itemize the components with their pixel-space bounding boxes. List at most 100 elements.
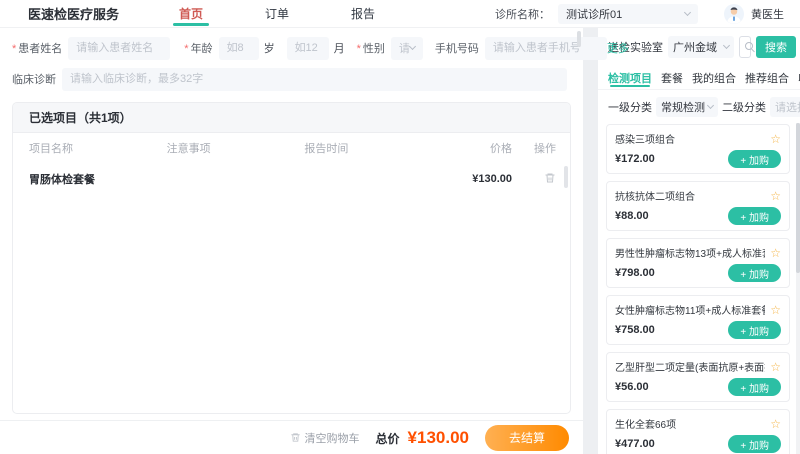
nav-tab-orders[interactable]: 订单	[263, 0, 291, 27]
level1-label: 一级分类	[608, 102, 652, 114]
catalog-item-card: 生化全套66项 ☆ ¥477.00 + 加购	[606, 409, 790, 454]
item-price: ¥477.00	[615, 438, 655, 450]
col-price: 价格	[490, 143, 513, 155]
chevron-down-icon	[722, 41, 731, 50]
tab-my-combos[interactable]: 我的组合	[692, 66, 736, 89]
level1-select-value: 常规检测	[661, 102, 705, 114]
scrollbar-thumb[interactable]	[796, 123, 800, 273]
clinic-name-label: 诊所名称：	[495, 8, 550, 21]
item-price: ¥172.00	[615, 153, 655, 165]
left-panel: 患者姓名 年龄 岁 月 性别 请 手机号码 更多 临床诊断	[0, 28, 629, 454]
item-price: ¥56.00	[615, 381, 649, 393]
item-top-row: 乙型肝型二项定量(表面抗原+表面抗体) ☆	[615, 359, 781, 375]
clear-cart-button[interactable]: 清空购物车	[290, 430, 360, 446]
checkout-button[interactable]: 去结算	[485, 424, 569, 451]
item-top-row: 抗核抗体二项组合 ☆	[615, 188, 781, 204]
level1-select[interactable]: 常规检测	[656, 97, 718, 117]
lab-select-value: 广州金域	[673, 42, 717, 54]
add-to-cart-button[interactable]: + 加购	[728, 378, 781, 396]
content-area: 患者姓名 年龄 岁 月 性别 请 手机号码 更多 临床诊断	[0, 28, 800, 454]
nav-tab-home[interactable]: 首页	[173, 0, 210, 27]
selected-items-card: 已选项目（共1项） 项目名称 注意事项 报告时间 价格 操作 胃肠体检套餐 ¥1…	[12, 102, 571, 414]
scrollbar-thumb[interactable]	[577, 31, 581, 47]
add-to-cart-button[interactable]: + 加购	[728, 207, 781, 225]
doctor-avatar	[724, 3, 744, 24]
phone-label: 手机号码	[434, 43, 479, 55]
cart-bar: 清空购物车 总价 ¥130.00 去结算	[0, 420, 583, 454]
item-price: ¥88.00	[615, 210, 649, 222]
item-top-row: 感染三项组合 ☆	[615, 131, 781, 147]
item-bottom-row: ¥758.00 + 加购	[615, 321, 781, 339]
item-price-cell: ¥130.00	[472, 173, 513, 185]
age-label: 年龄	[184, 40, 213, 56]
search-button[interactable]: 搜索	[756, 36, 796, 58]
lab-select[interactable]: 广州金域	[668, 36, 734, 58]
nav-tab-reports[interactable]: 报告	[349, 0, 377, 27]
top-bar: 医速检医疗服务 首页 订单 报告 诊所名称： 测试诊所01 黄医生	[0, 0, 800, 28]
patient-name-input[interactable]	[68, 36, 171, 60]
app-logo: 医速检医疗服务	[28, 7, 120, 22]
table-header: 项目名称 注意事项 报告时间 价格 操作	[13, 133, 570, 163]
col-actions: 操作	[534, 143, 557, 155]
doctor-name: 黄医生	[751, 8, 784, 21]
add-to-cart-button[interactable]: + 加购	[728, 435, 781, 453]
catalog-item-list: 感染三项组合 ☆ ¥172.00 + 加购 抗核抗体二项组合 ☆ ¥88.00 …	[598, 123, 800, 454]
item-bottom-row: ¥56.00 + 加购	[615, 378, 781, 396]
item-name: 生化全套66项	[615, 420, 677, 431]
patient-form: 患者姓名 年龄 岁 月 性别 请 手机号码 更多 临床诊断	[0, 28, 629, 99]
favorite-star-icon[interactable]: ☆	[770, 304, 781, 316]
item-price: ¥758.00	[615, 324, 655, 336]
col-report-time: 报告时间	[304, 143, 349, 155]
age-years-input[interactable]	[218, 36, 259, 60]
user-account[interactable]: 黄医生	[724, 3, 784, 24]
item-name: 感染三项组合	[615, 135, 675, 146]
item-top-row: 生化全套66项 ☆	[615, 416, 781, 432]
tab-test-items[interactable]: 检测项目	[608, 66, 652, 89]
favorite-star-icon[interactable]: ☆	[770, 247, 781, 259]
tab-packages[interactable]: 套餐	[661, 66, 683, 89]
table-body: 胃肠体检套餐 ¥130.00	[13, 163, 570, 413]
gender-select[interactable]: 请	[390, 36, 423, 60]
patient-form-row-2: 临床诊断	[12, 66, 571, 92]
age-months-unit: 月	[333, 43, 345, 55]
level2-label: 二级分类	[722, 102, 766, 114]
item-name: 乙型肝型二项定量(表面抗原+表面抗体)	[615, 363, 765, 374]
catalog-tabs: 检测项目 套餐 我的组合 推荐组合 收藏项目	[598, 64, 800, 90]
clinic-select[interactable]: 测试诊所01	[558, 3, 698, 24]
col-notes: 注意事项	[166, 143, 211, 155]
chevron-down-icon	[683, 8, 692, 16]
total-label: 总价	[375, 431, 400, 446]
catalog-item-card: 乙型肝型二项定量(表面抗原+表面抗体) ☆ ¥56.00 + 加购	[606, 352, 790, 402]
delete-item-icon[interactable]	[544, 172, 556, 184]
favorite-star-icon[interactable]: ☆	[770, 133, 781, 145]
right-panel: 送检实验室 广州金域 搜索 检测项目 套餐 我的组合 推荐组合 收藏项目 一级分…	[598, 28, 800, 454]
favorite-star-icon[interactable]: ☆	[770, 190, 781, 202]
level2-select[interactable]: 请选择	[770, 97, 800, 117]
add-to-cart-button[interactable]: + 加购	[728, 321, 781, 339]
item-bottom-row: ¥88.00 + 加购	[615, 207, 781, 225]
item-name: 女性肿瘤标志物11项+成人标准套餐	[615, 306, 765, 317]
item-price: ¥798.00	[615, 267, 655, 279]
scrollbar-thumb[interactable]	[564, 166, 568, 188]
diagnosis-input[interactable]	[62, 67, 567, 91]
clinic-select-value: 测试诊所01	[566, 8, 623, 21]
selected-items-title: 已选项目（共1项）	[13, 103, 570, 133]
category-filter-row: 一级分类 常规检测 二级分类 请选择	[598, 90, 800, 123]
gender-label: 性别	[357, 40, 385, 56]
patient-name-label: 患者姓名	[12, 40, 62, 56]
add-to-cart-button[interactable]: + 加购	[728, 150, 781, 168]
add-to-cart-button[interactable]: + 加购	[728, 264, 781, 282]
tab-recommended-combos[interactable]: 推荐组合	[745, 66, 789, 89]
level2-select-placeholder: 请选择	[775, 102, 800, 114]
favorite-star-icon[interactable]: ☆	[770, 418, 781, 430]
top-right-area: 诊所名称： 测试诊所01 黄医生	[495, 3, 800, 24]
catalog-item-card: 男性性肿瘤标志物13项+成人标准套餐 ☆ ¥798.00 + 加购	[606, 238, 790, 288]
item-top-row: 男性性肿瘤标志物13项+成人标准套餐 ☆	[615, 245, 781, 261]
age-months-input[interactable]	[286, 36, 329, 60]
patient-form-row-1: 患者姓名 年龄 岁 月 性别 请 手机号码 更多	[12, 35, 629, 61]
phone-input[interactable]	[484, 36, 607, 60]
catalog-item-card: 抗核抗体二项组合 ☆ ¥88.00 + 加购	[606, 181, 790, 231]
more-link[interactable]: 更多	[607, 40, 643, 56]
search-icon	[745, 42, 755, 52]
favorite-star-icon[interactable]: ☆	[770, 361, 781, 373]
